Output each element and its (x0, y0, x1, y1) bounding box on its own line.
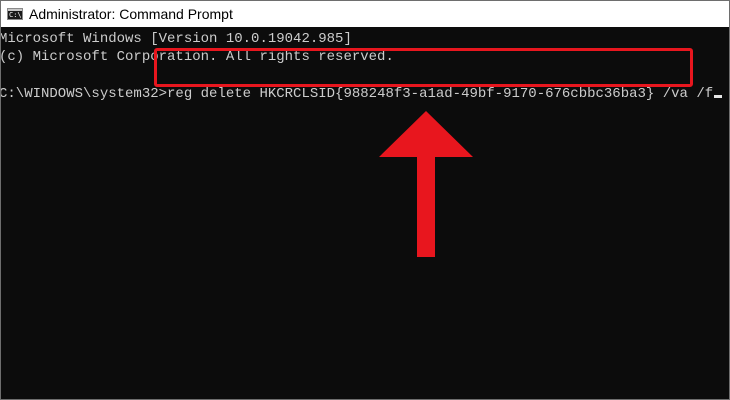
up-arrow-icon (379, 111, 473, 257)
command-prompt-window: C:\ Administrator: Command Prompt Micros… (0, 0, 730, 400)
text-cursor (714, 95, 723, 98)
cmd-icon: C:\ (7, 8, 23, 20)
window-title: Administrator: Command Prompt (29, 6, 233, 22)
up-arrow-shape (379, 111, 473, 257)
title-bar[interactable]: C:\ Administrator: Command Prompt (1, 1, 729, 27)
cmd-icon-glyph: C:\ (9, 11, 22, 19)
command-text: reg delete HKCRCLSID{988248f3-a1ad-49bf-… (167, 86, 714, 102)
command-line[interactable]: C:\WINDOWS\system32>reg delete HKCRCLSID… (0, 85, 723, 103)
command-highlight-box (154, 48, 693, 87)
console-line-version: Microsoft Windows [Version 10.0.19042.98… (0, 31, 352, 47)
console-prompt: C:\WINDOWS\system32> (0, 86, 168, 102)
